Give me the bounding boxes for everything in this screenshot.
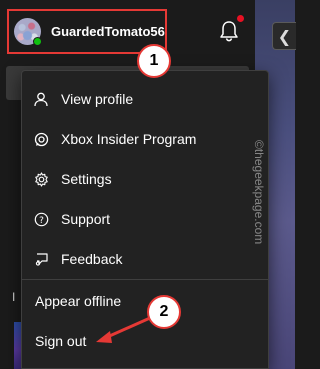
notification-badge xyxy=(237,15,244,22)
collapse-button[interactable]: ❮ xyxy=(272,22,296,50)
feedback-icon xyxy=(33,251,49,267)
gamertag: GuardedTomato56 xyxy=(51,24,165,39)
menu-item-settings[interactable]: Settings xyxy=(22,159,268,199)
menu-item-label: Appear offline xyxy=(35,293,122,309)
menu-item-feedback[interactable]: Feedback xyxy=(22,239,268,279)
menu-item-label: Xbox Insider Program xyxy=(61,131,197,147)
menu-item-label: Feedback xyxy=(61,251,123,267)
menu-item-xbox-insider[interactable]: Xbox Insider Program xyxy=(22,119,268,159)
step-1-callout: 1 xyxy=(137,44,171,78)
person-icon xyxy=(33,91,49,107)
svg-text:?: ? xyxy=(39,215,44,225)
avatar xyxy=(14,18,42,46)
menu-item-support[interactable]: ? Support xyxy=(22,199,268,239)
chevron-left-icon: ❮ xyxy=(277,26,292,46)
notifications-button[interactable] xyxy=(217,18,241,44)
presence-indicator xyxy=(33,37,42,46)
menu-item-label: Support xyxy=(61,211,111,227)
menu-item-appear-offline[interactable]: Appear offline xyxy=(22,281,268,321)
menu-item-label: Settings xyxy=(61,171,112,187)
gear-icon xyxy=(33,171,49,187)
menu-item-label: Sign out xyxy=(35,333,87,349)
account-menu: View profile Xbox Insider Program Settin… xyxy=(21,70,269,369)
help-icon: ? xyxy=(33,211,49,227)
watermark: ©thegeekpage.com xyxy=(252,140,266,245)
bell-icon xyxy=(220,21,238,42)
menu-item-sign-out[interactable]: Sign out xyxy=(22,321,268,361)
menu-divider xyxy=(22,279,268,280)
menu-item-view-profile[interactable]: View profile xyxy=(22,79,268,119)
step-2-callout: 2 xyxy=(147,295,181,329)
xbox-insider-icon xyxy=(33,131,49,147)
background-text: I xyxy=(12,290,16,304)
menu-item-label: View profile xyxy=(61,91,134,107)
